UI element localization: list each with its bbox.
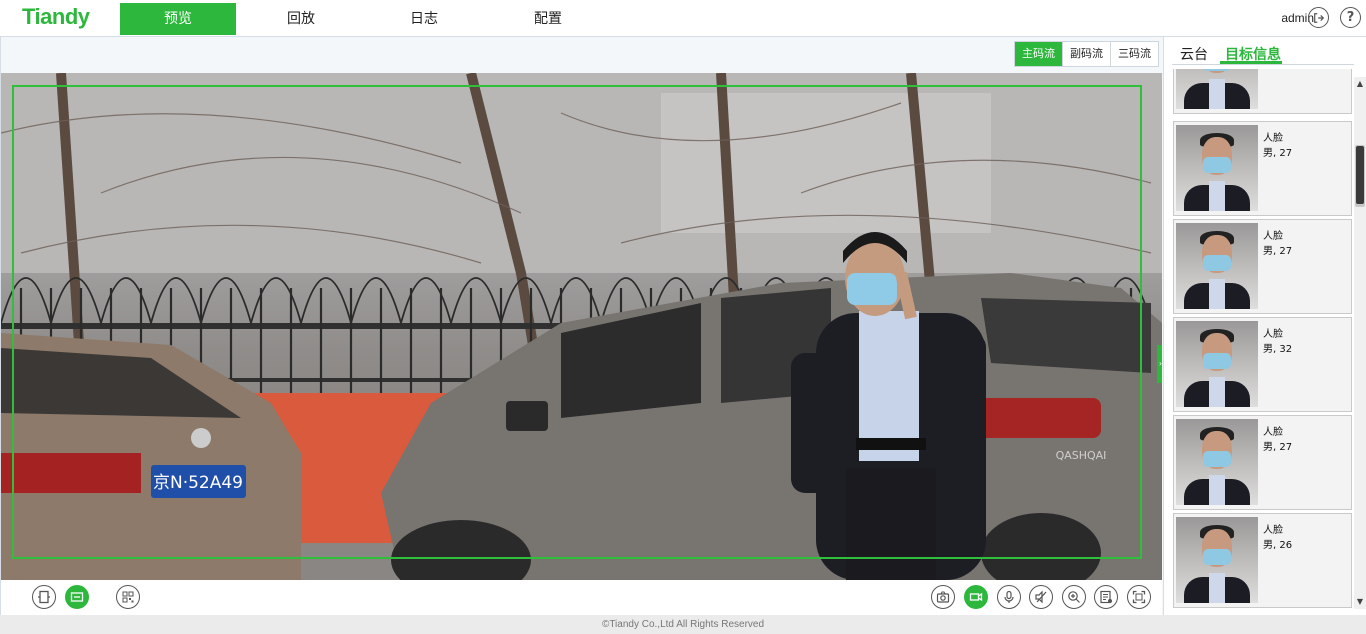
target-type: 人脸: [1263, 133, 1283, 144]
card-info: 人脸男, 27: [1263, 229, 1292, 259]
fullscreen-icon[interactable]: [1127, 585, 1151, 609]
tab-main-stream[interactable]: 主码流: [1015, 42, 1062, 66]
target-card[interactable]: 人脸男, 27: [1173, 219, 1352, 314]
snapshot-camera-icon[interactable]: [931, 585, 955, 609]
nav-tab-preview[interactable]: 预览: [120, 3, 236, 35]
target-attrs: 男, 26: [1263, 540, 1293, 551]
top-navigation-bar: Tiandy 预览 回放 日志 配置 admin ?: [0, 0, 1366, 37]
window-split-icon[interactable]: [32, 585, 56, 609]
card-info: 人脸男, 27: [1263, 425, 1292, 455]
record-video-icon[interactable]: [964, 585, 988, 609]
scroll-down-icon[interactable]: ▼: [1354, 595, 1366, 609]
qr-code-icon[interactable]: [116, 585, 140, 609]
card-info: 人脸男, 32: [1263, 327, 1292, 357]
tab-sub-stream[interactable]: 副码流: [1062, 42, 1110, 66]
speaker-mute-icon[interactable]: [1029, 585, 1053, 609]
card-info: 人脸男, 26: [1263, 523, 1292, 553]
tab-third-stream[interactable]: 三码流: [1110, 42, 1158, 66]
target-attrs: 男, 32: [1263, 344, 1293, 355]
card-info: 人脸男, 27: [1263, 131, 1292, 161]
face-thumbnail: [1176, 69, 1258, 109]
target-type: 人脸: [1263, 329, 1283, 340]
target-card[interactable]: 人脸男, 27: [1173, 121, 1352, 216]
help-icon[interactable]: ?: [1340, 7, 1361, 28]
tiandy-logo: Tiandy: [22, 4, 90, 29]
nav-tab-logs[interactable]: 日志: [366, 3, 482, 35]
detection-box: [12, 85, 1142, 559]
active-tab-indicator: [1220, 61, 1282, 64]
target-card[interactable]: 人脸男, 27: [1173, 415, 1352, 510]
zoom-in-icon[interactable]: [1062, 585, 1086, 609]
tab-ptz[interactable]: 云台: [1180, 44, 1208, 64]
panel-tabs: 云台 目标信息: [1172, 43, 1354, 65]
side-drawer-handle[interactable]: [1356, 146, 1364, 204]
face-thumbnail: [1176, 125, 1258, 211]
preview-area: 主码流 副码流 三码流 京N·52A49 QASHQAI ›: [0, 37, 1164, 615]
target-card[interactable]: 人脸男, 26: [1173, 513, 1352, 608]
target-info-icon[interactable]: [1094, 585, 1118, 609]
footer-copyright: ©Tiandy Co.,Ltd All Rights Reserved: [0, 615, 1366, 634]
target-card-list: 人脸 男, 27 人脸 男, 27 人脸 男, 32 人脸 男, 27 人脸 男, 26: [1173, 69, 1352, 612]
collapse-panel-handle[interactable]: ›: [1157, 345, 1162, 383]
target-attrs: 男, 27: [1263, 148, 1293, 159]
stream-selector: 主码流 副码流 三码流: [1014, 41, 1159, 67]
microphone-icon[interactable]: [997, 585, 1021, 609]
target-card[interactable]: 人脸男, 32: [1173, 317, 1352, 412]
target-type: 人脸: [1263, 525, 1283, 536]
scroll-up-icon[interactable]: ▲: [1354, 77, 1366, 91]
target-attrs: 男, 27: [1263, 442, 1293, 453]
target-card[interactable]: [1173, 69, 1352, 114]
video-control-bar: [1, 580, 1162, 615]
face-thumbnail: [1176, 517, 1258, 603]
right-side-panel: 云台 目标信息 人脸 男, 27 人脸 男, 27 人脸 男, 32 人脸 男, 27 …: [1163, 37, 1366, 615]
nav-tab-config[interactable]: 配置: [490, 3, 606, 35]
aspect-fit-icon[interactable]: [65, 585, 89, 609]
target-attrs: 男, 27: [1263, 246, 1293, 257]
live-video-view[interactable]: 京N·52A49 QASHQAI ›: [1, 73, 1162, 580]
face-thumbnail: [1176, 223, 1258, 309]
nav-tab-playback[interactable]: 回放: [243, 3, 359, 35]
target-type: 人脸: [1263, 427, 1283, 438]
target-type: 人脸: [1263, 231, 1283, 242]
face-thumbnail: [1176, 419, 1258, 505]
logout-icon[interactable]: [1308, 7, 1329, 28]
face-thumbnail: [1176, 321, 1258, 407]
